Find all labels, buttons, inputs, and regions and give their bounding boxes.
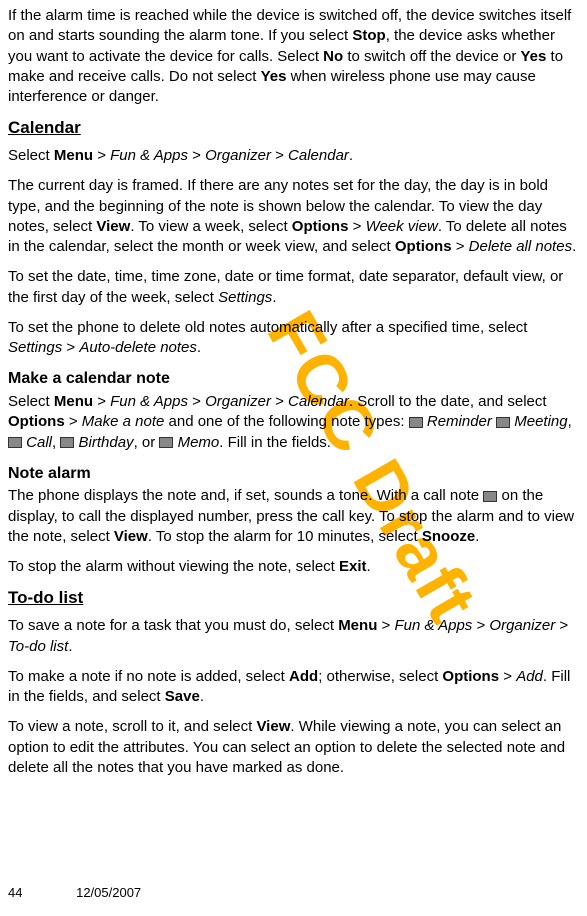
paragraph-calendar-path: Select Menu > Fun & Apps > Organizer > C… (8, 146, 579, 166)
memo-icon (159, 437, 173, 448)
reminder-icon (409, 417, 423, 428)
heading-todo: To-do list (8, 587, 579, 610)
call-note-icon (483, 491, 497, 502)
paragraph-todo-path: To save a note for a task that you must … (8, 616, 579, 657)
paragraph-stop-alarm: To stop the alarm without viewing the no… (8, 557, 579, 577)
paragraph-auto-delete: To set the phone to delete old notes aut… (8, 318, 579, 359)
paragraph-set-date: To set the date, time, time zone, date o… (8, 267, 579, 308)
heading-make-note: Make a calendar note (8, 368, 579, 390)
paragraph-alarm: If the alarm time is reached while the d… (8, 6, 579, 107)
call-icon (8, 437, 22, 448)
paragraph-view-note: To view a note, scroll to it, and select… (8, 717, 579, 778)
footer: 44 12/05/2007 (8, 884, 141, 902)
heading-note-alarm: Note alarm (8, 463, 579, 485)
paragraph-add-note: To make a note if no note is added, sele… (8, 667, 579, 708)
paragraph-note-alarm: The phone displays the note and, if set,… (8, 486, 579, 547)
page-number: 44 (8, 885, 22, 900)
birthday-icon (60, 437, 74, 448)
meeting-icon (496, 417, 510, 428)
paragraph-current-day: The current day is framed. If there are … (8, 176, 579, 257)
heading-calendar: Calendar (8, 117, 579, 140)
paragraph-make-note: Select Menu > Fun & Apps > Organizer > C… (8, 392, 579, 453)
footer-date: 12/05/2007 (76, 885, 141, 900)
